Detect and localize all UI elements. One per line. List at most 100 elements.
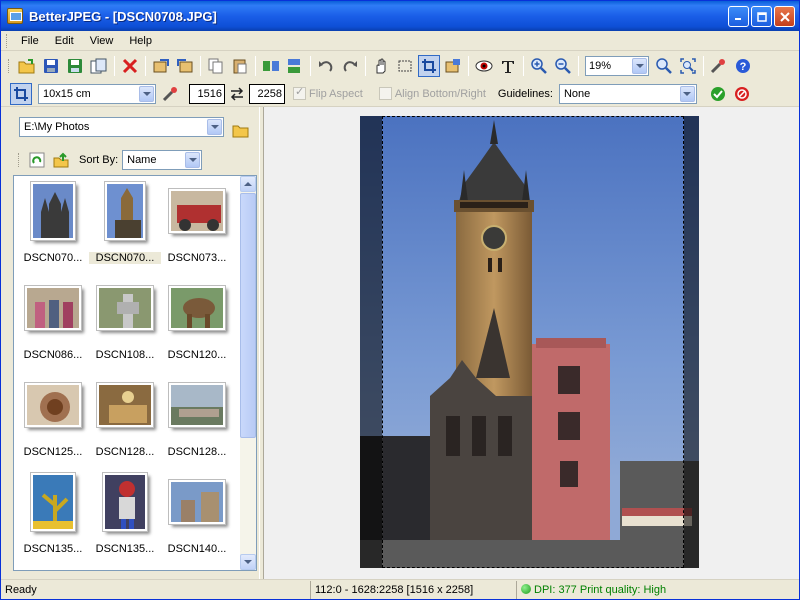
red-eye-icon [475, 60, 493, 72]
thumbnail-item[interactable]: DSCN128... [89, 370, 161, 466]
undo-button[interactable] [315, 55, 337, 77]
text-tool-button[interactable] [497, 55, 519, 77]
text-icon [502, 61, 514, 73]
save-button[interactable] [40, 55, 62, 77]
thumbnail-name: DSCN070... [23, 252, 83, 264]
cancel-crop-button[interactable] [731, 83, 753, 105]
thumbnail-name: DSCN073... [167, 252, 227, 264]
checkbox-box[interactable] [293, 85, 306, 100]
toolbar-separator [578, 56, 579, 76]
open-button[interactable] [16, 55, 38, 77]
crop-resize-button[interactable] [442, 55, 464, 77]
browse-folder-button[interactable] [230, 119, 252, 141]
rotate-right-button[interactable] [174, 55, 196, 77]
folder-path-select[interactable]: E:\My Photos [19, 117, 224, 137]
thumbnail-item[interactable]: DSCN070... [17, 176, 89, 272]
photo-thumbnail-people [24, 285, 82, 331]
red-eye-button[interactable] [473, 55, 495, 77]
minimize-button[interactable] [728, 6, 749, 27]
file-browser-panel: E:\My Photos Sort By: Name DSCN070... DS… [9, 111, 258, 579]
thumbnail-item[interactable]: DSCN135... [89, 467, 161, 563]
crop-rectangle[interactable] [382, 116, 684, 568]
batch-button[interactable] [88, 55, 110, 77]
thumbnail-item[interactable]: DSCN135... [17, 467, 89, 563]
thumbnail-scrollbar[interactable] [240, 175, 257, 571]
preset-settings-button[interactable] [159, 83, 181, 105]
app-window: BetterJPEG - [DSCN0708.JPG] File Edit Vi… [0, 0, 800, 600]
flip-aspect-checkbox[interactable]: Flip Aspect [293, 85, 363, 100]
wand-tools-icon [162, 86, 177, 101]
apply-crop-button[interactable] [707, 83, 729, 105]
thumbnail-item[interactable]: DSCN140... [161, 467, 233, 563]
thumbnail-item[interactable]: DSCN073... [161, 176, 233, 272]
zoom-in-button[interactable] [528, 55, 550, 77]
guidelines-label: Guidelines: [497, 87, 553, 100]
image-canvas[interactable] [264, 107, 799, 579]
scroll-thumb[interactable] [240, 193, 256, 438]
align-checkbox[interactable]: Align Bottom/Right [378, 87, 486, 100]
select-tool-button[interactable] [394, 55, 416, 77]
thumbnail-item-selected[interactable]: DSCN070... [89, 176, 161, 272]
size-preset-select[interactable]: 10x15 cm [38, 83, 156, 104]
thumbnail-item[interactable]: DSCN108... [89, 273, 161, 369]
thumbnail-item[interactable]: DSCN128... [161, 370, 233, 466]
chevron-down-icon[interactable] [139, 85, 154, 102]
menu-grip[interactable] [6, 33, 9, 48]
thumbnail-item[interactable]: DSCN120... [161, 273, 233, 369]
scroll-down-button[interactable] [240, 554, 256, 570]
crop-height-field[interactable]: 2258 [249, 83, 285, 104]
chevron-down-icon[interactable] [207, 119, 222, 135]
save-as-button[interactable] [64, 55, 86, 77]
copy-button[interactable] [205, 55, 227, 77]
crop-icon [14, 86, 28, 101]
chevron-down-icon[interactable] [185, 152, 201, 168]
hand-icon [376, 58, 386, 74]
zoom-fit-button[interactable] [677, 55, 699, 77]
delete-button[interactable] [119, 55, 141, 77]
crop-tool-button[interactable] [418, 55, 440, 77]
flip-horizontal-button[interactable] [260, 55, 282, 77]
sort-by-select[interactable]: Name [122, 150, 203, 170]
redo-button[interactable] [339, 55, 361, 77]
toolbar-grip[interactable] [18, 153, 21, 167]
zoom-select[interactable]: 19% [585, 56, 649, 76]
thumbnail-grid: DSCN070... DSCN070... DSCN073... DSCN086 [13, 175, 240, 571]
crop-mode-button[interactable] [10, 82, 32, 105]
help-button[interactable]: ? [732, 55, 754, 77]
maximize-button[interactable] [751, 6, 772, 27]
close-button[interactable] [774, 6, 795, 27]
chevron-down-icon[interactable] [679, 85, 695, 102]
thumbnail-name: DSCN128... [95, 446, 155, 458]
zoom-actual-button[interactable] [653, 55, 675, 77]
menu-view[interactable]: View [82, 32, 122, 50]
flip-vertical-button[interactable] [284, 55, 306, 77]
paste-icon [233, 59, 247, 74]
thumbnail-item[interactable]: DSCN125... [17, 370, 89, 466]
status-text: Ready [1, 580, 311, 599]
hand-tool-button[interactable] [370, 55, 392, 77]
up-folder-button[interactable] [50, 149, 72, 171]
menu-edit[interactable]: Edit [47, 32, 82, 50]
chevron-down-icon[interactable] [632, 58, 647, 74]
options-button[interactable] [708, 55, 730, 77]
menu-help[interactable]: Help [121, 32, 160, 50]
scroll-up-button[interactable] [240, 176, 256, 192]
toolbar-grip[interactable] [8, 59, 11, 73]
crop-mask-left [360, 116, 382, 568]
menu-file[interactable]: File [13, 32, 47, 50]
checkbox-box[interactable] [378, 87, 392, 100]
refresh-button[interactable] [26, 149, 48, 171]
crop-width-field[interactable]: 1516 [189, 83, 225, 104]
title-bar[interactable]: BetterJPEG - [DSCN0708.JPG] [1, 1, 799, 31]
thumbnail-name: DSCN108... [95, 349, 155, 361]
swap-dimensions-button[interactable] [226, 83, 248, 105]
crop-toolbar: 10x15 cm 1516 2258 Flip Aspect Align Bot… [1, 81, 799, 107]
zoom-actual-size-icon [656, 58, 672, 74]
rotate-left-button[interactable] [150, 55, 172, 77]
zoom-out-button[interactable] [552, 55, 574, 77]
guidelines-select[interactable]: None [558, 83, 697, 104]
thumbnail-item[interactable]: DSCN086... [17, 273, 89, 369]
paste-button[interactable] [229, 55, 251, 77]
app-icon[interactable] [7, 8, 23, 24]
toolbar-separator [523, 56, 524, 76]
